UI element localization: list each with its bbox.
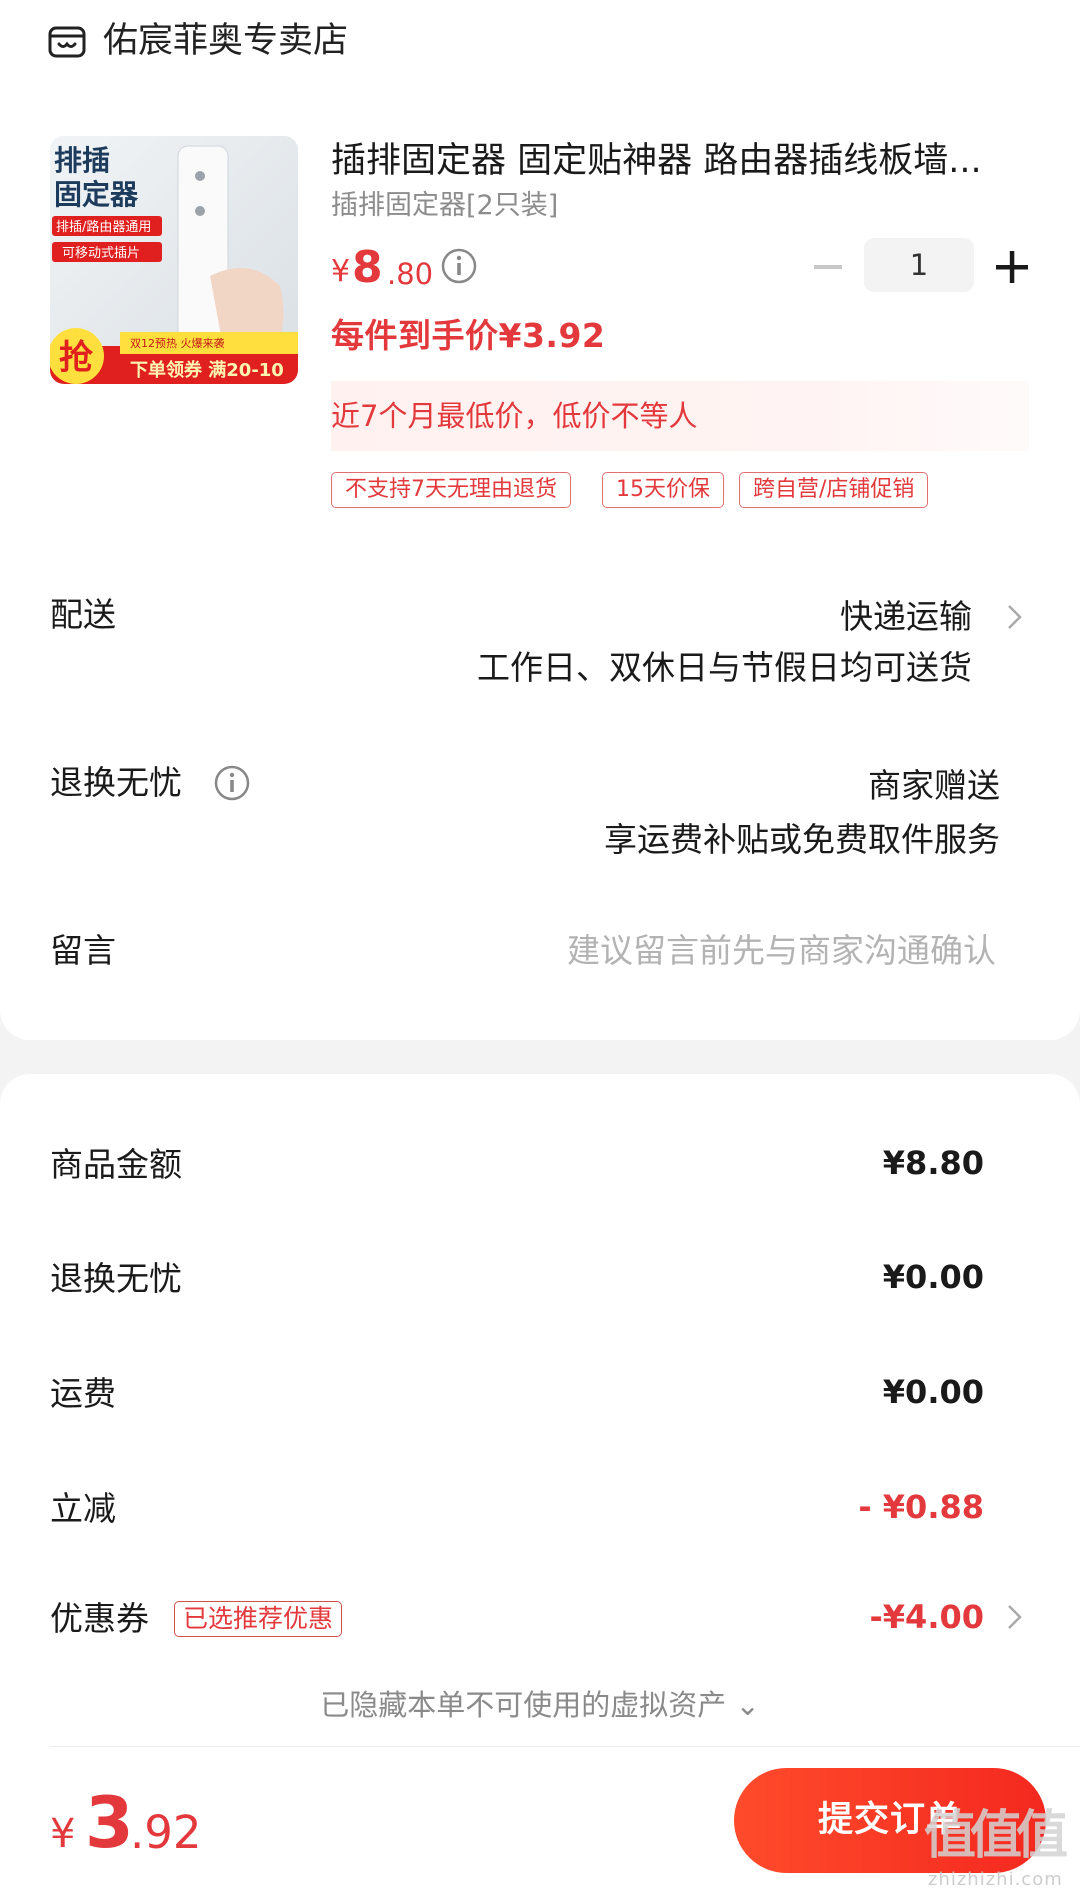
delivery-method[interactable]: 快递运输 xyxy=(840,594,972,640)
promo-small-text: 双12预热 火爆来袭 xyxy=(130,336,225,350)
store-name[interactable]: 佑宸菲奥专卖店 xyxy=(103,16,348,66)
image-title-line2: 固定器 xyxy=(54,178,139,211)
service-tag-no-return[interactable]: 不支持7天无理由退货 xyxy=(331,472,571,508)
discount-label: 立减 xyxy=(50,1489,116,1528)
returns-value-line2: 享运费补贴或免费取件服务 xyxy=(604,820,1000,859)
message-input[interactable]: 建议留言前先与商家沟通确认 xyxy=(567,928,996,974)
coupon-selected-badge: 已选推荐优惠 xyxy=(174,1601,343,1637)
coupon-value[interactable]: -¥4.00 xyxy=(870,1594,985,1640)
returns-fee-label: 退换无忧 xyxy=(50,1259,182,1298)
total-price-decimal: .92 xyxy=(130,1806,202,1859)
quantity-minus-button[interactable] xyxy=(808,247,848,287)
shipping-value: ¥0.00 xyxy=(882,1373,984,1411)
returns-label: 退换无忧 xyxy=(50,763,182,802)
total-price-symbol: ¥ xyxy=(50,1811,76,1857)
quantity-plus-button[interactable] xyxy=(990,245,1034,289)
returns-info-icon[interactable] xyxy=(213,764,251,802)
goods-amount-label: 商品金额 xyxy=(50,1145,182,1184)
summary-divider xyxy=(50,1746,1080,1747)
shipping-label: 运费 xyxy=(50,1374,116,1413)
low-price-banner: 近7个月最低价，低价不等人 xyxy=(331,381,1029,451)
final-price-per-item: 每件到手价¥3.92 xyxy=(331,316,606,355)
product-image[interactable]: 双12预热 火爆来袭 下单领券 满20-10 抢 排插 固定器 排插/路由器通用… xyxy=(50,136,298,384)
hidden-assets-toggle[interactable]: 已隐藏本单不可使用的虚拟资产 ⌄ xyxy=(0,1683,1080,1727)
delivery-note: 工作日、双休日与节假日均可送货 xyxy=(477,648,972,687)
promo-main-text: 下单领券 满20-10 xyxy=(130,359,284,381)
image-badge-1: 排插/路由器通用 xyxy=(56,219,151,235)
service-tag-promotion[interactable]: 跨自营/店铺促销 xyxy=(739,472,929,508)
delivery-label: 配送 xyxy=(50,595,116,634)
price-decimal: .80 xyxy=(387,257,434,291)
returns-value-line1: 商家赠送 xyxy=(868,766,1000,805)
product-image-art: 双12预热 火爆来袭 下单领券 满20-10 抢 排插 固定器 排插/路由器通用… xyxy=(50,136,298,384)
image-title-line1: 排插 xyxy=(54,144,110,177)
image-badge-2: 可移动式插片 xyxy=(62,246,140,261)
delivery-chevron-right-icon[interactable] xyxy=(1004,598,1026,636)
product-title[interactable]: 插排固定器 固定贴神器 路由器插线板墙... xyxy=(331,135,1031,187)
total-price-integer: 3 xyxy=(85,1782,134,1864)
watermark-url: zhizhizhi.com xyxy=(928,1869,1063,1890)
watermark-logo: 值值值 xyxy=(924,1806,1068,1866)
coupon-chevron-right-icon[interactable] xyxy=(1004,1598,1026,1636)
price-symbol: ¥ xyxy=(331,254,351,289)
returns-fee-value: ¥0.00 xyxy=(882,1258,984,1296)
product-sku[interactable]: 插排固定器[2只装] xyxy=(331,186,558,226)
grab-text: 抢 xyxy=(59,338,94,378)
quantity-value[interactable]: 1 xyxy=(864,238,974,292)
price-integer: 8 xyxy=(352,242,383,293)
price-info-icon[interactable] xyxy=(440,247,478,285)
store-icon xyxy=(48,26,86,58)
coupon-label: 优惠券 xyxy=(50,1599,149,1638)
service-tag-price-protect[interactable]: 15天价保 xyxy=(602,472,724,508)
goods-amount-value: ¥8.80 xyxy=(882,1144,984,1182)
discount-value: - ¥0.88 xyxy=(858,1488,984,1526)
message-label: 留言 xyxy=(50,931,116,970)
